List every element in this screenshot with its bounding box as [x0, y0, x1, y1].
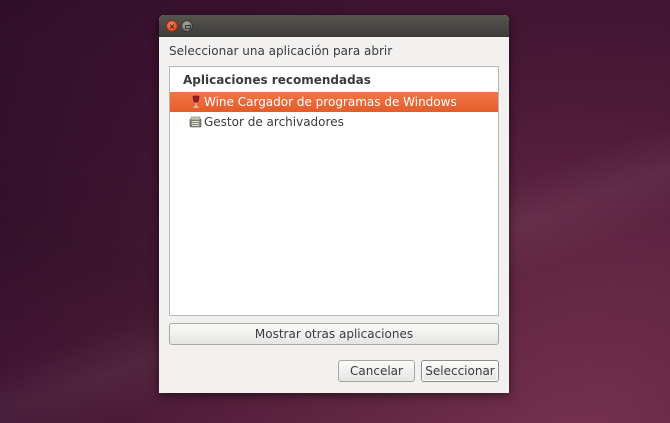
list-header-recommended: Aplicaciones recomendadas	[183, 73, 371, 87]
list-item-label: Wine Cargador de programas de Windows	[204, 95, 457, 109]
select-button[interactable]: Seleccionar	[421, 360, 499, 382]
open-with-dialog: × Seleccionar una aplicación para abrir …	[159, 15, 509, 393]
archive-manager-icon	[189, 115, 203, 129]
list-item-label: Gestor de archivadores	[204, 115, 344, 129]
wine-glass-icon	[189, 95, 203, 109]
list-item-archive-manager[interactable]: Gestor de archivadores	[170, 112, 498, 132]
application-list[interactable]: Aplicaciones recomendadas Wine Cargador …	[169, 66, 499, 316]
dialog-title: Seleccionar una aplicación para abrir	[169, 44, 393, 58]
show-other-applications-button[interactable]: Mostrar otras aplicaciones	[169, 323, 499, 345]
close-icon[interactable]: ×	[166, 20, 178, 32]
window-titlebar: ×	[159, 15, 509, 37]
minimize-icon[interactable]	[181, 20, 193, 32]
cancel-button[interactable]: Cancelar	[338, 360, 415, 382]
list-item-wine[interactable]: Wine Cargador de programas de Windows	[170, 92, 498, 112]
